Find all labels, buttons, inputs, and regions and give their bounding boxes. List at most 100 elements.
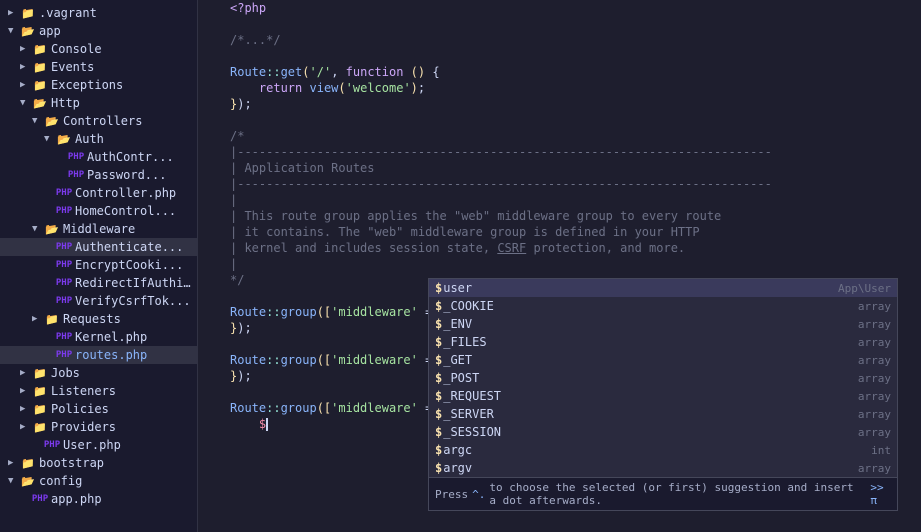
autocomplete-item-session[interactable]: $ _SESSION array (429, 423, 897, 441)
code-content[interactable]: <?php /*...*/ Route::get('/', function (… (198, 0, 921, 532)
arrow-icon (20, 62, 32, 72)
ac-item-type: array (858, 462, 891, 475)
sidebar-item-label: bootstrap (39, 456, 104, 470)
sidebar-item-requests[interactable]: 📁 Requests (0, 310, 197, 328)
autocomplete-item-argv[interactable]: $ argv array (429, 459, 897, 477)
ac-item-type: array (858, 318, 891, 331)
dollar-sign: $ (435, 371, 442, 385)
code-line: }); (198, 96, 921, 112)
php-file-icon (68, 167, 84, 183)
arrow-icon (8, 458, 20, 468)
folder-open-icon: 📂 (44, 221, 60, 237)
sidebar-item-http[interactable]: 📂 Http (0, 94, 197, 112)
arrow-icon (20, 404, 32, 414)
folder-icon: 📁 (44, 311, 60, 327)
php-file-icon (56, 347, 72, 363)
sidebar-item-label: routes.php (75, 348, 147, 362)
folder-icon: 📁 (32, 419, 48, 435)
folder-open-icon: 📂 (56, 131, 72, 147)
file-tree: 📁 .vagrant 📂 app 📁 Console 📁 Events 📁 Ex… (0, 0, 198, 532)
code-line: return view('welcome'); (198, 80, 921, 96)
autocomplete-item-get[interactable]: $ _GET array (429, 351, 897, 369)
sidebar-item-userphp[interactable]: User.php (0, 436, 197, 454)
ac-item-name: _FILES (443, 335, 850, 349)
sidebar-item-redirectifauthi[interactable]: RedirectIfAuthi... (0, 274, 197, 292)
autocomplete-item-server[interactable]: $ _SERVER array (429, 405, 897, 423)
folder-open-icon: 📂 (20, 23, 36, 39)
ac-item-name: _SESSION (443, 425, 850, 439)
sidebar-item-listeners[interactable]: 📁 Listeners (0, 382, 197, 400)
sidebar-item-jobs[interactable]: 📁 Jobs (0, 364, 197, 382)
code-line (198, 16, 921, 32)
folder-open-icon: 📂 (44, 113, 60, 129)
sidebar-item-app[interactable]: 📂 app (0, 22, 197, 40)
sidebar-item-homecontrol[interactable]: HomeControl... (0, 202, 197, 220)
sidebar-item-verifycsrftok[interactable]: VerifyCsrfTok... (0, 292, 197, 310)
ac-item-name: _GET (443, 353, 850, 367)
autocomplete-item-files[interactable]: $ _FILES array (429, 333, 897, 351)
sidebar-item-auth[interactable]: 📂 Auth (0, 130, 197, 148)
sidebar-item-providers[interactable]: 📁 Providers (0, 418, 197, 436)
sidebar-item-label: Jobs (51, 366, 80, 380)
code-line: | Application Routes (198, 160, 921, 176)
hint-text2: to choose the selected (or first) sugges… (489, 481, 866, 507)
autocomplete-item-request[interactable]: $ _REQUEST array (429, 387, 897, 405)
autocomplete-dropdown: $ user App\User $ _COOKIE array $ _ENV a… (428, 278, 898, 511)
code-line: /*...*/ (198, 32, 921, 48)
sidebar-item-label: Authenticate... (75, 240, 183, 254)
autocomplete-item-argc[interactable]: $ argc int (429, 441, 897, 459)
code-line: | (198, 192, 921, 208)
autocomplete-item-post[interactable]: $ _POST array (429, 369, 897, 387)
autocomplete-item-env[interactable]: $ _ENV array (429, 315, 897, 333)
sidebar-item-label: Controllers (63, 114, 142, 128)
sidebar-item-console[interactable]: 📁 Console (0, 40, 197, 58)
sidebar-item-routesphp[interactable]: routes.php (0, 346, 197, 364)
arrow-icon (20, 422, 32, 432)
sidebar-item-exceptions[interactable]: 📁 Exceptions (0, 76, 197, 94)
sidebar-item-events[interactable]: 📁 Events (0, 58, 197, 76)
sidebar-item-label: Http (51, 96, 80, 110)
sidebar-item-controllerphp[interactable]: Controller.php (0, 184, 197, 202)
dollar-sign: $ (435, 299, 442, 313)
arrow-icon (20, 80, 32, 90)
sidebar-item-label: RedirectIfAuthi... (75, 276, 197, 290)
sidebar-item-authenticate[interactable]: Authenticate... (0, 238, 197, 256)
sidebar-item-kernelphp[interactable]: Kernel.php (0, 328, 197, 346)
code-line: |---------------------------------------… (198, 144, 921, 160)
folder-icon: 📁 (20, 455, 36, 471)
code-line: |---------------------------------------… (198, 176, 921, 192)
ac-item-type: array (858, 426, 891, 439)
sidebar-item-label: Requests (63, 312, 121, 326)
code-line (198, 48, 921, 64)
arrow-icon (20, 44, 32, 54)
sidebar-item-controllers[interactable]: 📂 Controllers (0, 112, 197, 130)
sidebar-item-authcontr[interactable]: AuthContr... (0, 148, 197, 166)
sidebar-item-label: Auth (75, 132, 104, 146)
dollar-sign: $ (435, 461, 442, 475)
autocomplete-item-cookie[interactable]: $ _COOKIE array (429, 297, 897, 315)
sidebar-item-label: AuthContr... (87, 150, 174, 164)
folder-icon: 📁 (20, 5, 36, 21)
sidebar-item-label: Exceptions (51, 78, 123, 92)
sidebar-item-policies[interactable]: 📁 Policies (0, 400, 197, 418)
sidebar-item-vagrant[interactable]: 📁 .vagrant (0, 4, 197, 22)
sidebar-item-label: Middleware (63, 222, 135, 236)
sidebar-item-password[interactable]: Password... (0, 166, 197, 184)
code-line (198, 112, 921, 128)
autocomplete-item-user[interactable]: $ user App\User (429, 279, 897, 297)
sidebar-item-label: Console (51, 42, 102, 56)
ac-item-type: array (858, 372, 891, 385)
sidebar-item-label: Password... (87, 168, 166, 182)
sidebar-item-label: .vagrant (39, 6, 97, 20)
folder-icon: 📁 (32, 401, 48, 417)
sidebar-item-encryptcooki[interactable]: EncryptCooki... (0, 256, 197, 274)
sidebar-item-config[interactable]: 📂 config (0, 472, 197, 490)
arrow-icon (44, 134, 56, 144)
php-file-icon (56, 293, 72, 309)
ac-item-name: _POST (443, 371, 850, 385)
sidebar-item-appphp[interactable]: app.php (0, 490, 197, 508)
code-line: | (198, 256, 921, 272)
folder-icon: 📁 (32, 59, 48, 75)
sidebar-item-bootstrap[interactable]: 📁 bootstrap (0, 454, 197, 472)
sidebar-item-middleware[interactable]: 📂 Middleware (0, 220, 197, 238)
